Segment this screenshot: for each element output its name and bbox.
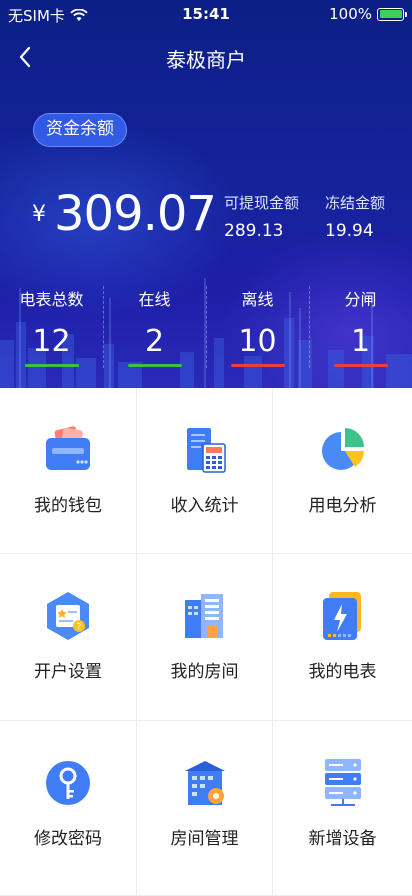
navigation-bar: 泰极商户 [0, 36, 412, 80]
frozen-value: 19.94 [325, 221, 374, 241]
stat-online[interactable]: 在线 2 [103, 282, 206, 372]
meter-stats: 电表总数 12 在线 2 离线 10 分闸 1 [0, 282, 412, 372]
frozen-label: 冻结金额 [325, 194, 386, 212]
menu-item-label: 修改密码 [34, 829, 102, 849]
menu-item-wallet[interactable]: 我的钱包 [0, 388, 137, 554]
calculator-icon [186, 428, 226, 473]
menu-item-change-password[interactable]: 修改密码 [0, 721, 137, 896]
frozen-block: 冻结金额 19.94 [325, 192, 385, 241]
stat-underline [24, 364, 79, 367]
stat-underline [127, 364, 182, 367]
withdrawable-value: 289.13 [224, 221, 284, 241]
withdrawable-label: 可提现金额 [224, 194, 300, 212]
stat-value: 12 [32, 324, 71, 359]
room-management-icon [184, 761, 225, 805]
stat-underline [230, 364, 285, 367]
stat-value: 10 [238, 324, 277, 359]
currency-symbol: ¥ [32, 202, 46, 227]
menu-item-my-rooms[interactable]: 我的房间 [137, 554, 273, 721]
menu-item-label: 开户设置 [34, 662, 102, 682]
svg-text:?: ? [77, 623, 82, 633]
menu-item-label: 新增设备 [308, 829, 377, 849]
wallet-icon [46, 426, 90, 470]
menu-item-label: 收入统计 [170, 496, 239, 516]
menu-item-label: 用电分析 [308, 496, 377, 516]
menu-item-label: 我的钱包 [34, 496, 102, 516]
key-icon [46, 761, 90, 805]
menu-item-my-meters[interactable]: 我的电表 [273, 554, 412, 721]
stat-tripped[interactable]: 分闸 1 [309, 282, 412, 372]
account-settings-icon: ? [47, 592, 89, 640]
stat-divider [103, 286, 104, 368]
balance-amount: 309.07 [54, 186, 217, 242]
menu-item-account-settings[interactable]: ? 开户设置 [0, 554, 137, 721]
battery-percent: 100% [329, 5, 372, 23]
status-bar: 无SIM卡 15:41 100% [0, 0, 412, 30]
menu-item-label: 我的房间 [170, 662, 239, 682]
electric-meter-icon [322, 592, 361, 640]
stat-label: 电表总数 [19, 290, 84, 309]
menu-item-power-analysis[interactable]: 用电分析 [273, 388, 412, 554]
battery-icon [377, 7, 407, 21]
stat-underline [333, 364, 388, 367]
stat-label: 离线 [241, 290, 274, 309]
balance-tag: 资金余额 [33, 113, 127, 147]
withdrawable-block: 可提现金额 289.13 [224, 192, 299, 241]
page-title: 泰极商户 [166, 48, 246, 72]
header-panel: 无SIM卡 15:41 100% 泰极商户 资金余额 ¥ 309.07 可提现金… [0, 0, 412, 388]
building-icon [184, 594, 223, 638]
menu-item-room-management[interactable]: 房间管理 [137, 721, 273, 896]
stat-divider [309, 286, 310, 368]
menu-item-label: 我的电表 [308, 662, 377, 682]
menu-item-label: 房间管理 [170, 829, 239, 849]
server-icon [324, 759, 361, 806]
pie-chart-icon [321, 428, 364, 470]
stat-total-meters[interactable]: 电表总数 12 [0, 282, 103, 372]
stat-divider [206, 286, 207, 368]
stat-label: 分闸 [344, 290, 377, 309]
stat-value: 1 [350, 324, 371, 359]
stat-label: 在线 [138, 290, 171, 309]
stat-offline[interactable]: 离线 10 [206, 282, 309, 372]
menu-item-add-device[interactable]: 新增设备 [273, 721, 412, 896]
stat-value: 2 [144, 324, 165, 359]
feature-grid: 我的钱包 收入统计 用电分析 ? 开户设置 我的房间 我的电表 修改密码 房间管… [0, 388, 412, 896]
menu-item-income-stats[interactable]: 收入统计 [137, 388, 273, 554]
